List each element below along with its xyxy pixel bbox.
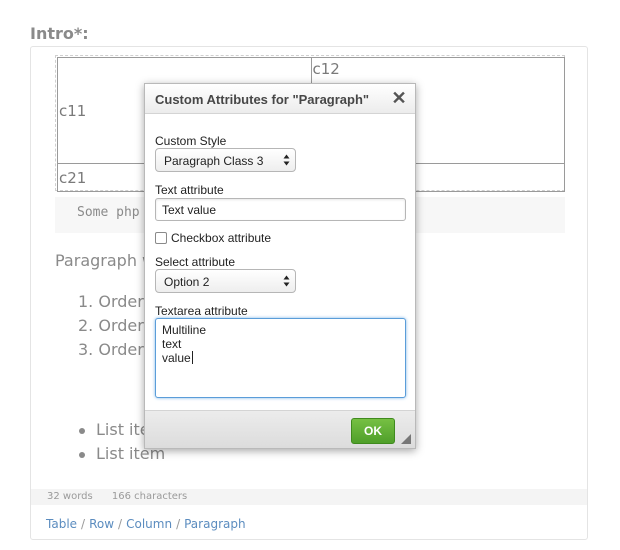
field-label: Intro*: <box>30 24 89 43</box>
custom-style-select[interactable]: Paragraph Class 3 <box>155 148 296 172</box>
textarea-line: text <box>162 337 182 351</box>
character-count: 166 characters <box>111 491 188 502</box>
select-arrows-icon <box>283 275 290 287</box>
close-icon[interactable]: ✕ <box>391 89 407 107</box>
paragraph[interactable]: Paragraph w <box>55 251 155 270</box>
textarea-attribute-label: Textarea attribute <box>155 304 248 318</box>
checkbox-attribute-label[interactable]: Checkbox attribute <box>171 231 271 245</box>
custom-style-label: Custom Style <box>155 134 227 148</box>
dialog-titlebar[interactable]: Custom Attributes for "Paragraph" ✕ <box>145 84 415 114</box>
status-bar: 32 words 166 characters <box>31 489 587 505</box>
select-arrows-icon <box>283 154 290 166</box>
ok-button[interactable]: OK <box>351 418 395 444</box>
list-item[interactable]: List ite <box>96 420 150 439</box>
breadcrumb-separator: / <box>176 517 181 531</box>
breadcrumb-table[interactable]: Table <box>46 517 77 531</box>
checkbox-attribute-checkbox[interactable] <box>155 232 167 244</box>
text-caret <box>191 351 193 364</box>
breadcrumb-column[interactable]: Column <box>126 517 172 531</box>
custom-attributes-dialog: Custom Attributes for "Paragraph" ✕ Cust… <box>144 83 416 449</box>
list-item[interactable]: 1. Ordere <box>78 292 153 311</box>
text-attribute-label: Text attribute <box>155 183 224 197</box>
resize-handle-icon[interactable] <box>401 434 411 444</box>
text-attribute-input[interactable]: Text value <box>155 198 406 221</box>
breadcrumb-paragraph[interactable]: Paragraph <box>184 517 245 531</box>
bullet-icon <box>79 428 85 434</box>
textarea-line: Multiline <box>162 323 207 337</box>
breadcrumb: Table / Row / Column / Paragraph <box>46 517 246 531</box>
select-attribute-select[interactable]: Option 2 <box>155 269 296 293</box>
dialog-title: Custom Attributes for "Paragraph" <box>155 92 370 107</box>
textarea-line: value <box>162 351 191 365</box>
select-attribute-value: Option 2 <box>164 275 210 289</box>
breadcrumb-separator: / <box>81 517 86 531</box>
textarea-attribute-input[interactable]: Multiline text value <box>155 318 406 398</box>
breadcrumb-row[interactable]: Row <box>89 517 114 531</box>
breadcrumb-separator: / <box>118 517 123 531</box>
dialog-footer: OK <box>145 410 415 448</box>
word-count: 32 words <box>47 491 93 502</box>
custom-style-value: Paragraph Class 3 <box>164 154 264 168</box>
list-item[interactable]: 2. Ordere <box>78 316 153 335</box>
bullet-icon <box>79 452 85 458</box>
list-item[interactable]: 3. Ordere <box>78 340 153 359</box>
select-attribute-label: Select attribute <box>155 255 236 269</box>
